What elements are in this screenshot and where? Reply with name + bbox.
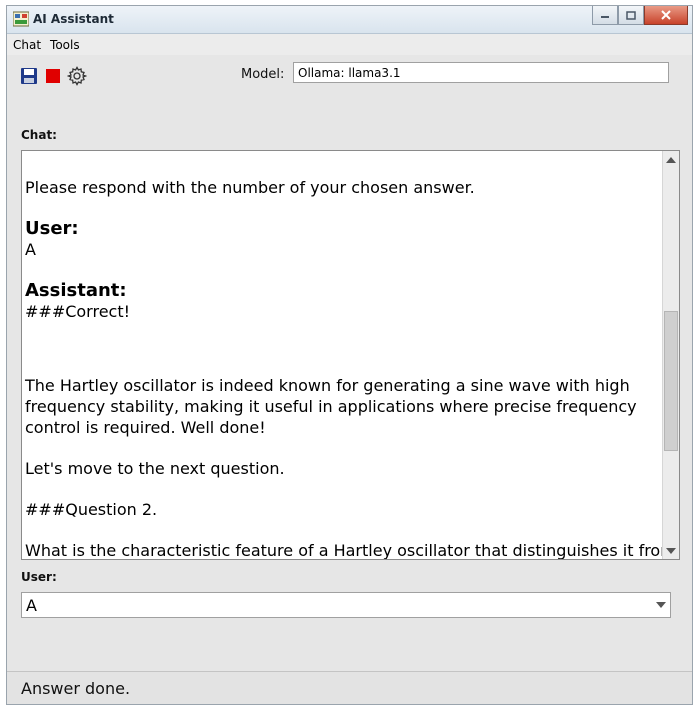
chat-user-role: User:	[25, 218, 79, 239]
menu-chat[interactable]: Chat	[13, 38, 41, 52]
save-icon[interactable]	[19, 66, 39, 86]
chat-scrollbar[interactable]	[662, 151, 679, 559]
chat-assistant-heading: ###Correct!	[25, 302, 131, 321]
chevron-up-icon	[666, 156, 676, 163]
menu-bar: Chat Tools	[7, 34, 692, 55]
stop-icon[interactable]	[43, 66, 63, 86]
status-text: Answer done.	[21, 679, 131, 698]
close-icon	[661, 10, 671, 20]
scroll-thumb[interactable]	[664, 311, 678, 451]
window-title: AI Assistant	[33, 12, 114, 26]
close-button[interactable]	[644, 6, 688, 25]
scroll-up-button[interactable]	[663, 151, 679, 168]
gear-icon[interactable]	[67, 66, 87, 86]
chat-paragraph-2: Let's move to the next question.	[25, 459, 285, 478]
dropdown-arrow-icon[interactable]	[656, 602, 666, 608]
chat-content: Please respond with the number of your c…	[25, 151, 676, 560]
maximize-icon	[626, 10, 636, 20]
user-input-value: A	[26, 596, 37, 615]
window-controls	[592, 6, 688, 25]
scroll-down-button[interactable]	[663, 542, 679, 559]
user-input-label: User:	[21, 570, 57, 584]
chat-question-text: What is the characteristic feature of a …	[25, 541, 676, 560]
app-logo-icon	[12, 11, 30, 27]
model-label: Model:	[241, 67, 285, 82]
chat-question-heading: ###Question 2.	[25, 500, 158, 519]
user-input-combo[interactable]: A	[21, 592, 671, 618]
minimize-button[interactable]	[592, 6, 618, 25]
menu-tools[interactable]: Tools	[50, 38, 80, 52]
chevron-down-icon	[666, 547, 676, 554]
chat-paragraph-1: The Hartley oscillator is indeed known f…	[25, 376, 637, 437]
minimize-icon	[601, 16, 609, 18]
chat-assistant-role: Assistant:	[25, 280, 127, 301]
app-window: AI Assistant Chat Tools Model: Ollama: l…	[6, 5, 693, 705]
chat-line-intro: Please respond with the number of your c…	[25, 178, 475, 197]
title-bar: AI Assistant	[7, 6, 692, 34]
chat-history[interactable]: Please respond with the number of your c…	[21, 150, 680, 560]
chat-label: Chat:	[21, 128, 57, 142]
model-input[interactable]: Ollama: llama3.1	[293, 62, 669, 83]
maximize-button[interactable]	[618, 6, 644, 25]
status-bar: Answer done.	[7, 671, 692, 704]
chat-user-text: A	[25, 240, 36, 259]
